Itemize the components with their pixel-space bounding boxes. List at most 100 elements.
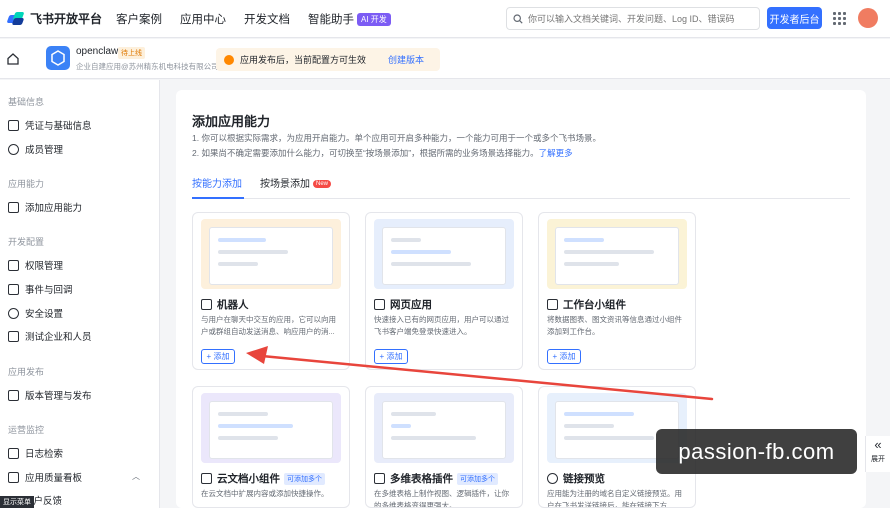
card-description: 将数据图表、图文资讯等信息通过小组件添加到工作台。 (547, 315, 682, 336)
sidebar-item-label: 事件与回调 (25, 285, 73, 296)
card-title-text: 链接预览 (563, 473, 605, 485)
card-description: 在多维表格上制作视图、逻辑插件，让你的多维表格变得更强大。 (374, 489, 509, 508)
event-icon (8, 283, 19, 295)
app-header: openclaw 待上线 企业自建应用@苏州精东机电科技有限公司 应用发布后，当… (0, 39, 890, 79)
learn-more-link[interactable]: 了解更多 (539, 148, 573, 158)
top-navigation-bar: 飞书开放平台 客户案例 应用中心 开发文档 智能助手AI 开发 开发者后台 (0, 0, 890, 38)
workplace-widget-preview-image (547, 219, 687, 289)
sidebar-item-log-search[interactable]: 日志检索 (8, 446, 63, 460)
bitable-plugin-preview-image (374, 393, 514, 463)
card-description: 与用户在聊天中交互的应用，它可以向用户或群组自动发送消息、响应用户的消... (201, 315, 336, 336)
log-icon (8, 447, 19, 459)
expand-label: 展开 (871, 456, 885, 463)
sidebar-item-label: 测试企业和人员 (25, 332, 92, 343)
web-app-icon (374, 299, 385, 310)
sidebar-item-quality-dashboard[interactable]: 应用质量看板 (8, 470, 82, 484)
sidebar-item-label: 添加应用能力 (25, 203, 83, 214)
tab-by-scenario[interactable]: 按场景添加 New (260, 175, 332, 190)
card-title: 云文档小组件 可添加多个 (201, 471, 325, 486)
nav-app-center[interactable]: 应用中心 (180, 11, 226, 27)
capability-card-doc-widget[interactable]: 云文档小组件 可添加多个 在云文档中扩展内容或添加快捷操作。 (192, 386, 350, 508)
app-status-badge: 待上线 (118, 47, 145, 59)
sidebar-item-label: 安全设置 (25, 309, 64, 320)
capability-card-workplace-widget[interactable]: 工作台小组件 将数据图表、图文资讯等信息通过小组件添加到工作台。 + 添加 (538, 212, 696, 370)
web-app-preview-image (374, 219, 514, 289)
permission-icon (8, 259, 19, 271)
feishu-logo[interactable]: 飞书开放平台 (6, 10, 116, 27)
nav-dev-docs[interactable]: 开发文档 (244, 11, 290, 27)
version-icon (8, 389, 19, 401)
sidebar-item-members[interactable]: 成员管理 (8, 142, 63, 156)
card-title-text: 云文档小组件 (217, 473, 280, 485)
sidebar-item-label: 权限管理 (25, 261, 64, 272)
nav-smart-assistant-label: 智能助手 (308, 13, 354, 26)
doc-widget-icon (201, 473, 212, 484)
sidebar-item-add-capability[interactable]: 添加应用能力 (8, 200, 82, 214)
sidebar-item-label: 日志检索 (25, 449, 64, 460)
sidebar-section-monitoring: 运营监控 (8, 425, 45, 435)
add-workplace-widget-button[interactable]: + 添加 (547, 349, 581, 364)
search-input[interactable] (528, 13, 748, 24)
card-description: 在云文档中扩展内容或添加快捷操作。 (201, 489, 329, 498)
bot-preview-image (201, 219, 341, 289)
app-description: 企业自建应用@苏州精东机电科技有限公司 (76, 62, 219, 71)
developer-console-button[interactable]: 开发者后台 (767, 7, 822, 29)
card-title: 链接预览 (547, 471, 605, 486)
intro-line-2: 2. 如果尚不确定需要添加什么能力，可切换至“按场景添加”，根据所需的业务场景选… (192, 147, 573, 159)
add-web-app-button[interactable]: + 添加 (374, 349, 408, 364)
expand-panel-button[interactable]: « 展开 (865, 436, 890, 472)
sidebar-item-versions[interactable]: 版本管理与发布 (8, 388, 92, 402)
intro-line-2-text: 2. 如果尚不确定需要添加什么能力，可切换至“按场景添加”，根据所需的业务场景选… (192, 148, 539, 158)
notice-text: 应用发布后，当前配置方可生效 (240, 55, 367, 65)
user-avatar[interactable] (858, 8, 878, 28)
add-bot-button[interactable]: + 添加 (201, 349, 235, 364)
capability-card-bitable-plugin[interactable]: 多维表格插件 可添加多个 在多维表格上制作视图、逻辑插件，让你的多维表格变得更强大… (365, 386, 523, 508)
sidebar-item-events[interactable]: 事件与回调 (8, 282, 73, 296)
sidebar-item-permissions[interactable]: 权限管理 (8, 258, 63, 272)
double-chevron-left-icon: « (874, 437, 882, 452)
warning-icon (224, 54, 234, 65)
card-title: 网页应用 (374, 297, 432, 312)
card-title-text: 工作台小组件 (563, 299, 626, 311)
app-grid-icon[interactable] (833, 12, 846, 25)
page-title: 添加应用能力 (192, 114, 271, 129)
sidebar-item-label: 应用质量看板 (25, 473, 83, 484)
create-version-link[interactable]: 创建版本 (388, 53, 424, 66)
dashboard-icon (8, 471, 19, 483)
new-badge: New (313, 180, 332, 189)
sidebar-item-label: 成员管理 (25, 145, 64, 156)
app-icon[interactable] (46, 46, 70, 70)
capability-card-web-app[interactable]: 网页应用 快速接入已有的网页应用，用户可以通过飞书客户端免登录快速进入。 + 添… (365, 212, 523, 370)
tab-by-capability[interactable]: 按能力添加 (192, 175, 242, 190)
home-icon[interactable] (6, 52, 20, 66)
card-title: 工作台小组件 (547, 297, 626, 312)
sidebar-section-basic: 基础信息 (8, 97, 45, 107)
search-icon (513, 13, 523, 24)
tab-by-scenario-label: 按场景添加 (260, 179, 310, 190)
bitable-plugin-icon (374, 473, 385, 484)
watermark-overlay: passion-fb.com (656, 429, 857, 474)
credential-icon (8, 119, 19, 131)
capability-card-bot[interactable]: 机器人 与用户在聊天中交互的应用，它可以向用户或群组自动发送消息、响应用户的消.… (192, 212, 350, 370)
sidebar-item-test-tenants[interactable]: 测试企业和人员 (8, 329, 92, 343)
sidebar-item-security[interactable]: 安全设置 (8, 306, 63, 320)
apps-icon (8, 201, 19, 213)
robot-icon (201, 299, 212, 310)
card-title-text: 机器人 (217, 299, 249, 311)
feishu-logo-icon (6, 11, 25, 26)
card-title: 机器人 (201, 297, 249, 312)
test-icon (8, 330, 19, 342)
intro-line-1: 1. 你可以根据实际需求，为应用开启能力。单个应用可开启多种能力，一个能力可用于… (192, 133, 601, 143)
main-nav: 客户案例 应用中心 开发文档 智能助手 AI 开发 (116, 11, 409, 27)
link-icon (547, 473, 558, 484)
multiple-allowed-badge: 可添加多个 (284, 472, 325, 485)
doc-search-box[interactable] (506, 7, 760, 30)
chevron-up-icon[interactable]: ︿ (132, 471, 140, 482)
user-icon (8, 143, 19, 155)
card-title-text: 网页应用 (390, 299, 432, 311)
sidebar-item-credentials[interactable]: 凭证与基础信息 (8, 118, 92, 132)
nav-customer-cases[interactable]: 客户案例 (116, 11, 162, 27)
shield-icon (8, 307, 19, 319)
card-description: 快速接入已有的网页应用，用户可以通过飞书客户端免登录快速进入。 (374, 315, 509, 336)
nav-smart-assistant[interactable]: 智能助手 AI 开发 (308, 11, 391, 27)
